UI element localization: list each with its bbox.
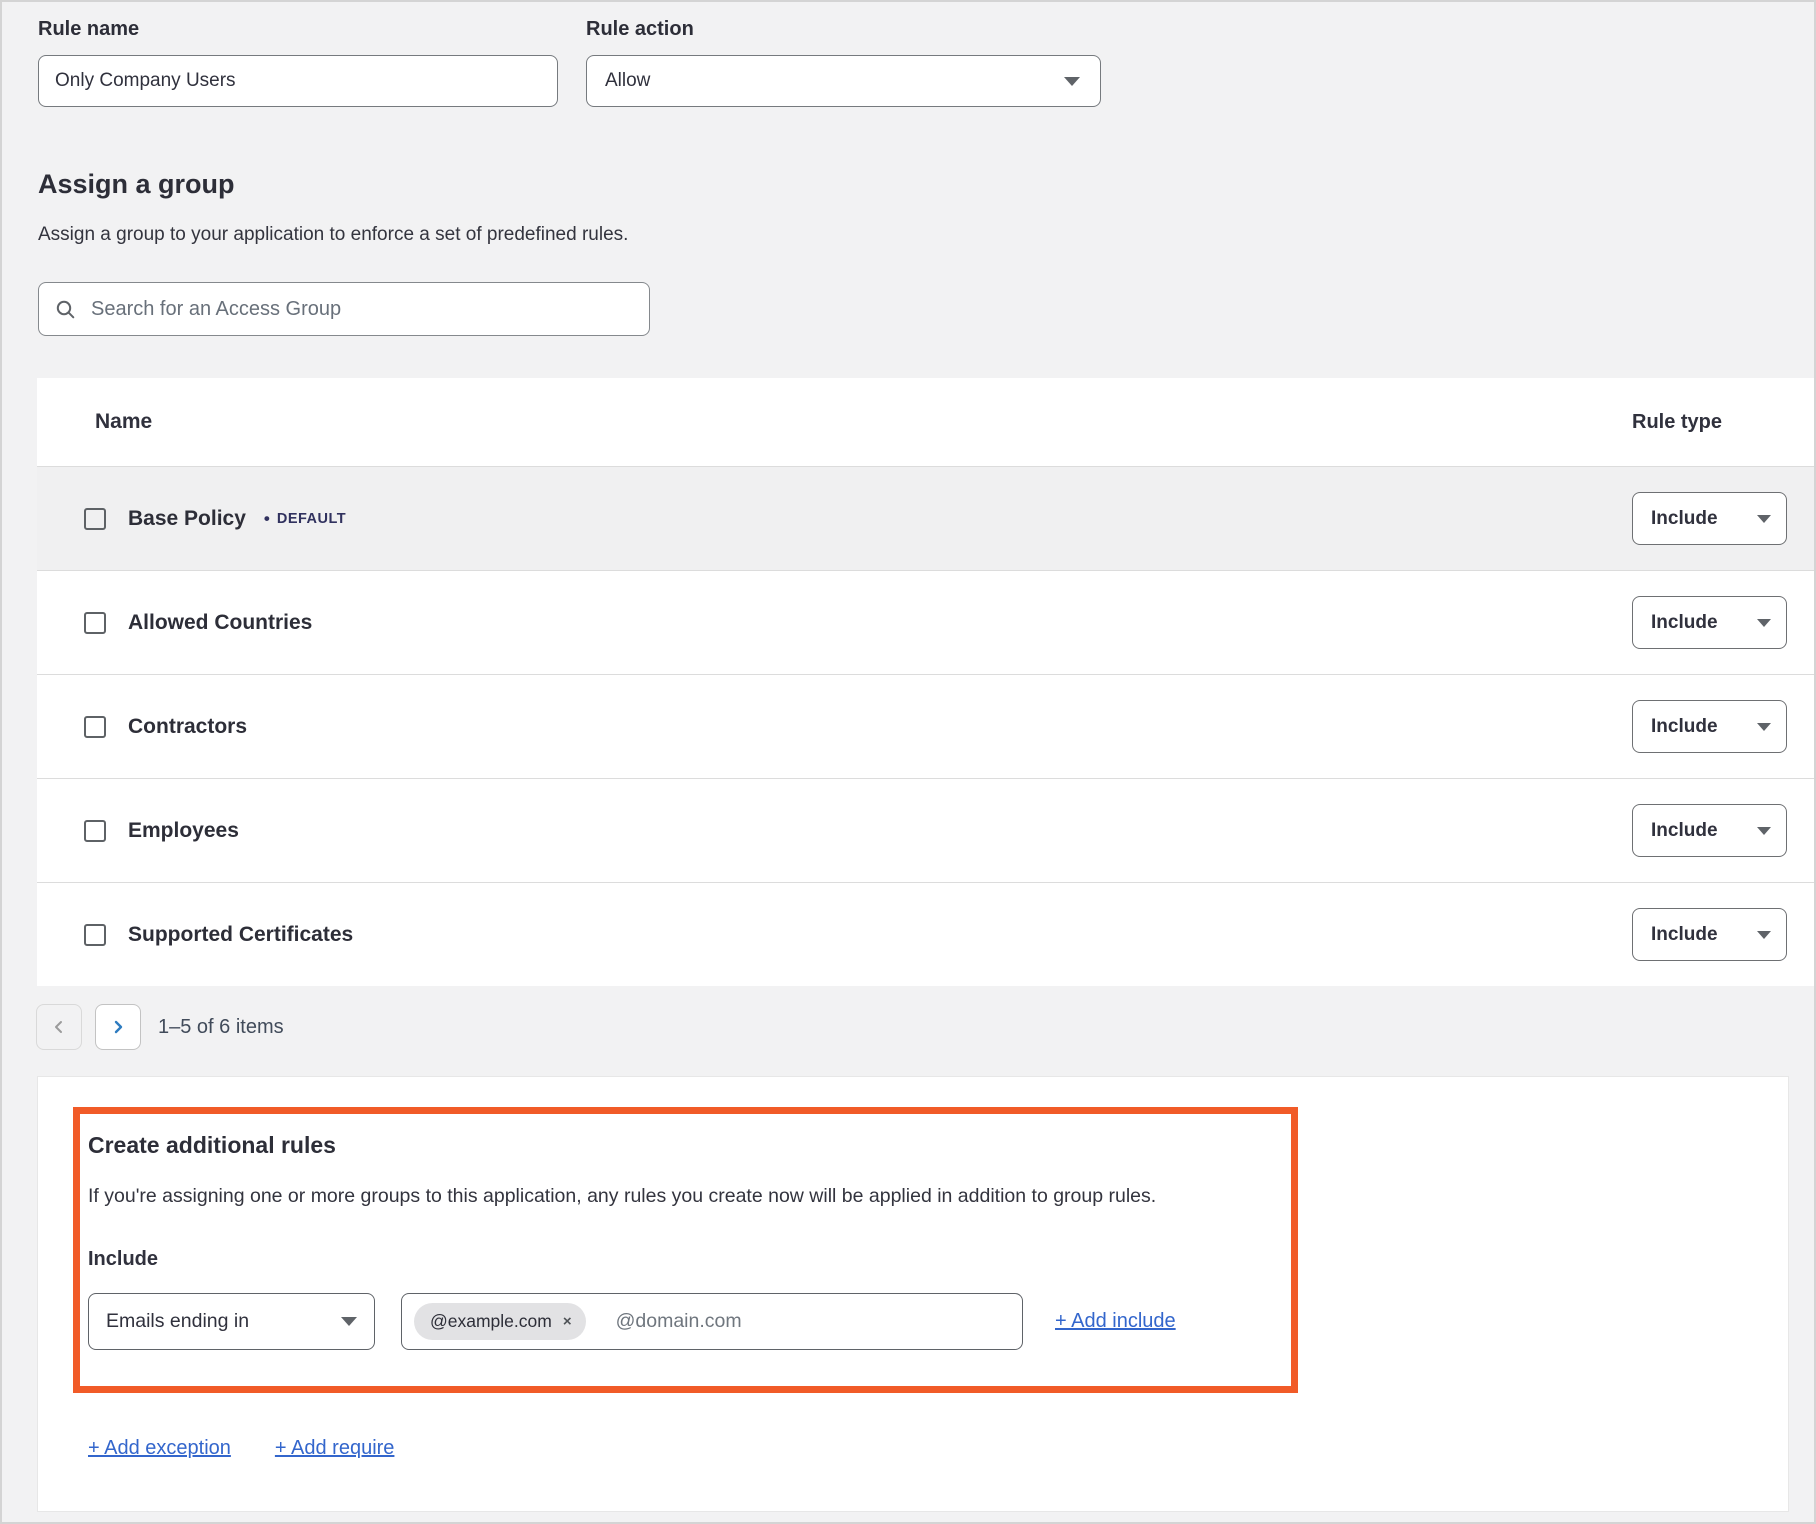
chevron-down-icon xyxy=(1757,723,1771,731)
include-label: Include xyxy=(88,1248,1271,1271)
chevron-down-icon xyxy=(1757,827,1771,835)
group-name: Employees xyxy=(128,819,239,843)
rule-type-select[interactable]: Include xyxy=(1632,908,1787,961)
table-row: Allowed Countries Include xyxy=(37,570,1814,674)
email-domain-input[interactable] xyxy=(614,1309,1010,1334)
rule-type-value: Include xyxy=(1651,924,1718,946)
group-name: Supported Certificates xyxy=(128,923,353,947)
row-left: Allowed Countries xyxy=(37,611,1632,635)
access-groups-table: Name Rule type Base Policy • DEFAULT Inc… xyxy=(37,378,1814,986)
chevron-down-icon xyxy=(1757,931,1771,939)
pagination-range-text: 1–5 of 6 items xyxy=(158,1016,284,1039)
chevron-down-icon xyxy=(1064,77,1080,86)
column-header-name: Name xyxy=(37,410,1632,434)
chevron-down-icon xyxy=(341,1317,357,1326)
rule-type-value: Include xyxy=(1651,820,1718,842)
email-tag-label: @example.com xyxy=(430,1311,552,1332)
rule-type-select[interactable]: Include xyxy=(1632,700,1787,753)
search-icon xyxy=(55,299,76,320)
column-header-rule-type: Rule type xyxy=(1632,411,1790,434)
highlight-box: Create additional rules If you're assign… xyxy=(73,1107,1298,1393)
add-require-link[interactable]: + Add require xyxy=(275,1437,395,1460)
include-rule-row: Emails ending in @example.com × + Add in… xyxy=(88,1293,1271,1350)
rule-type-cell: Include xyxy=(1632,804,1790,857)
rule-fields-row: Rule name Rule action Allow xyxy=(38,18,1814,107)
rule-type-select[interactable]: Include xyxy=(1632,804,1787,857)
rule-type-select[interactable]: Include xyxy=(1632,596,1787,649)
row-left: Base Policy • DEFAULT xyxy=(37,507,1632,531)
rule-type-value: Include xyxy=(1651,716,1718,738)
default-badge: • DEFAULT xyxy=(264,510,346,527)
rule-type-cell: Include xyxy=(1632,596,1790,649)
assign-group-heading: Assign a group xyxy=(38,169,1814,200)
rule-action-field-group: Rule action Allow xyxy=(586,18,1101,107)
badge-dot: • xyxy=(264,510,270,527)
chevron-down-icon xyxy=(1757,619,1771,627)
table-header: Name Rule type xyxy=(37,378,1814,466)
condition-value: Emails ending in xyxy=(106,1310,249,1333)
search-input[interactable] xyxy=(89,297,633,322)
table-row: Supported Certificates Include xyxy=(37,882,1814,986)
rule-name-field-group: Rule name xyxy=(38,18,558,107)
previous-page-button[interactable] xyxy=(36,1004,82,1050)
row-checkbox[interactable] xyxy=(84,924,106,946)
table-row: Contractors Include xyxy=(37,674,1814,778)
access-group-search xyxy=(38,282,650,336)
group-name: Base Policy xyxy=(128,507,246,531)
row-left: Contractors xyxy=(37,715,1632,739)
rule-action-select[interactable]: Allow xyxy=(586,55,1101,107)
assign-group-description: Assign a group to your application to en… xyxy=(38,224,1814,246)
rule-type-value: Include xyxy=(1651,612,1718,634)
row-checkbox[interactable] xyxy=(84,820,106,842)
rule-action-label: Rule action xyxy=(586,18,1101,41)
group-name: Contractors xyxy=(128,715,247,739)
access-rule-page: Rule name Rule action Allow Assign a gro… xyxy=(0,0,1816,1524)
additional-rules-heading: Create additional rules xyxy=(88,1132,1271,1159)
rule-type-cell: Include xyxy=(1632,492,1790,545)
row-checkbox[interactable] xyxy=(84,716,106,738)
chevron-left-icon xyxy=(51,1019,67,1035)
additional-rules-description: If you're assigning one or more groups t… xyxy=(88,1185,1271,1208)
row-left: Employees xyxy=(37,819,1632,843)
rule-type-cell: Include xyxy=(1632,700,1790,753)
additional-rules-card: Create additional rules If you're assign… xyxy=(37,1076,1789,1512)
table-row: Base Policy • DEFAULT Include xyxy=(37,466,1814,570)
row-left: Supported Certificates xyxy=(37,923,1632,947)
chevron-right-icon xyxy=(110,1019,126,1035)
pagination: 1–5 of 6 items xyxy=(36,1004,1814,1050)
group-name: Allowed Countries xyxy=(128,611,312,635)
email-domains-field[interactable]: @example.com × xyxy=(401,1293,1023,1350)
chevron-down-icon xyxy=(1757,515,1771,523)
rule-type-cell: Include xyxy=(1632,908,1790,961)
footer-links: + Add exception + Add require xyxy=(88,1437,1788,1460)
remove-tag-icon[interactable]: × xyxy=(563,1314,572,1329)
add-include-link[interactable]: + Add include xyxy=(1055,1310,1176,1333)
next-page-button[interactable] xyxy=(95,1004,141,1050)
add-exception-link[interactable]: + Add exception xyxy=(88,1437,231,1460)
row-checkbox[interactable] xyxy=(84,508,106,530)
badge-label: DEFAULT xyxy=(277,511,346,527)
rule-type-select[interactable]: Include xyxy=(1632,492,1787,545)
email-tag: @example.com × xyxy=(414,1303,586,1340)
rule-name-label: Rule name xyxy=(38,18,558,41)
rule-action-value: Allow xyxy=(605,70,650,92)
row-checkbox[interactable] xyxy=(84,612,106,634)
condition-select[interactable]: Emails ending in xyxy=(88,1293,375,1350)
rule-type-value: Include xyxy=(1651,508,1718,530)
rule-name-input[interactable] xyxy=(38,55,558,107)
table-row: Employees Include xyxy=(37,778,1814,882)
